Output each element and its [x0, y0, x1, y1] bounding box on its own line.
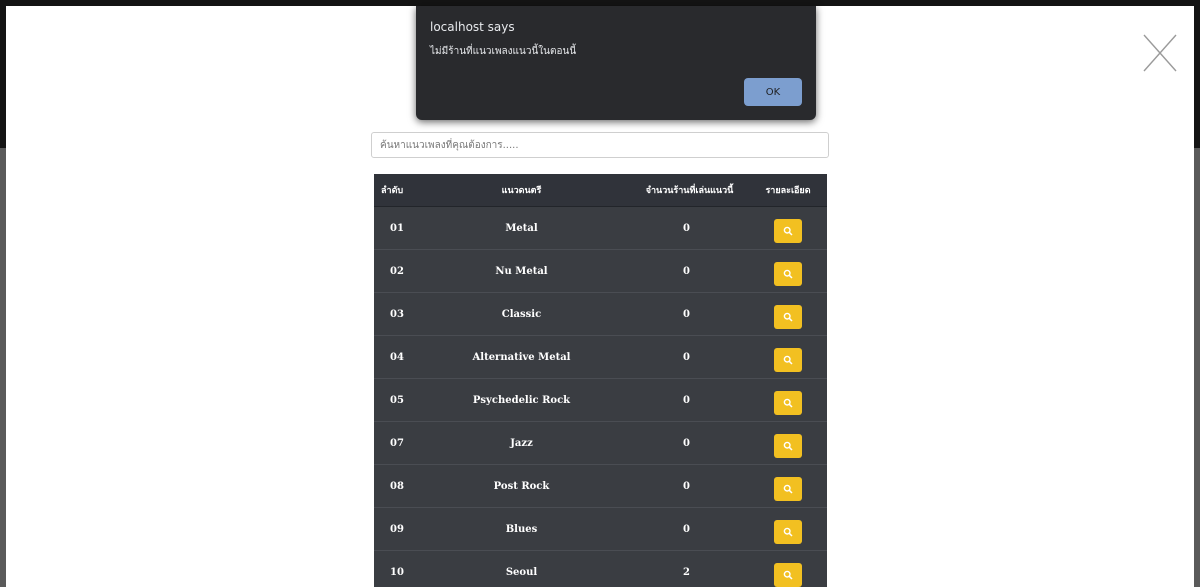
view-details-button[interactable]	[774, 477, 802, 501]
row-genre: Seoul	[505, 566, 538, 578]
table-row: 05 Psychedelic Rock 0	[374, 379, 827, 422]
row-venue-count: 0	[683, 480, 690, 492]
view-details-button[interactable]	[774, 219, 802, 243]
table-row: 08 Post Rock 0	[374, 465, 827, 508]
row-venue-count: 2	[683, 566, 690, 578]
row-genre: Metal	[505, 222, 538, 234]
row-number: 05	[390, 394, 404, 406]
header-venue-count: จำนวนร้านที่เล่นแนวนี้	[645, 186, 734, 196]
table-row: 03 Classic 0	[374, 293, 827, 336]
row-venue-count: 0	[683, 523, 690, 535]
table-row: 01 Metal 0	[374, 207, 827, 250]
header-genre: แนวดนตรี	[501, 186, 542, 196]
row-number: 02	[390, 265, 404, 277]
view-details-button[interactable]	[774, 434, 802, 458]
search-icon	[783, 355, 793, 365]
row-number: 08	[390, 480, 404, 492]
row-venue-count: 0	[683, 394, 690, 406]
row-genre: Blues	[505, 523, 538, 535]
row-genre: Jazz	[510, 437, 533, 449]
row-venue-count: 0	[683, 351, 690, 363]
row-details-cell	[749, 471, 827, 501]
row-number: 01	[390, 222, 404, 234]
row-genre: Psychedelic Rock	[472, 394, 571, 406]
view-details-button[interactable]	[774, 563, 802, 587]
table-row: 10 Seoul 2	[374, 551, 827, 587]
row-genre: Alternative Metal	[472, 351, 571, 363]
header-details: รายละเอียด	[765, 186, 811, 196]
header-number: ลำดับ	[381, 186, 404, 196]
row-genre: Post Rock	[493, 480, 550, 492]
row-number: 07	[390, 437, 404, 449]
row-venue-count: 0	[683, 437, 690, 449]
search-icon	[783, 226, 793, 236]
row-details-cell	[749, 428, 827, 458]
row-number: 04	[390, 351, 404, 363]
table-header: ลำดับ แนวดนตรี จำนวนร้านที่เล่นแนวนี้ รา…	[374, 174, 827, 207]
search-icon	[783, 312, 793, 322]
row-details-cell	[749, 342, 827, 372]
row-number: 09	[390, 523, 404, 535]
row-number: 03	[390, 308, 404, 320]
view-details-button[interactable]	[774, 305, 802, 329]
search-icon	[783, 398, 793, 408]
view-details-button[interactable]	[774, 262, 802, 286]
row-details-cell	[749, 385, 827, 415]
search-icon	[783, 570, 793, 580]
row-details-cell	[749, 557, 827, 587]
search-icon	[783, 527, 793, 537]
table-row: 07 Jazz 0	[374, 422, 827, 465]
table-row: 09 Blues 0	[374, 508, 827, 551]
search-icon	[783, 441, 793, 451]
alert-dialog: localhost says ไม่มีร้านที่แนวเพลงแนวนี้…	[416, 6, 816, 120]
row-genre: Classic	[501, 308, 542, 320]
row-venue-count: 0	[683, 265, 690, 277]
search-icon	[783, 269, 793, 279]
view-details-button[interactable]	[774, 520, 802, 544]
row-number: 10	[390, 566, 404, 578]
close-icon[interactable]	[1142, 33, 1178, 73]
row-details-cell	[749, 299, 827, 329]
view-details-button[interactable]	[774, 391, 802, 415]
dialog-title: localhost says	[430, 20, 515, 34]
search-icon	[783, 484, 793, 494]
row-venue-count: 0	[683, 222, 690, 234]
genre-search-input[interactable]	[371, 132, 829, 158]
row-venue-count: 0	[683, 308, 690, 320]
ok-button[interactable]: OK	[744, 78, 802, 106]
row-details-cell	[749, 514, 827, 544]
row-details-cell	[749, 256, 827, 286]
dialog-message: ไม่มีร้านที่แนวเพลงแนวนี้ในตอนนี้	[430, 46, 577, 57]
table-row: 04 Alternative Metal 0	[374, 336, 827, 379]
genre-table: ลำดับ แนวดนตรี จำนวนร้านที่เล่นแนวนี้ รา…	[374, 174, 827, 587]
table-body: 01 Metal 0 02 Nu Metal 0 03 Classic 0 04 Alternati…	[374, 207, 827, 587]
view-details-button[interactable]	[774, 348, 802, 372]
table-row: 02 Nu Metal 0	[374, 250, 827, 293]
row-genre: Nu Metal	[495, 265, 548, 277]
row-details-cell	[749, 213, 827, 243]
